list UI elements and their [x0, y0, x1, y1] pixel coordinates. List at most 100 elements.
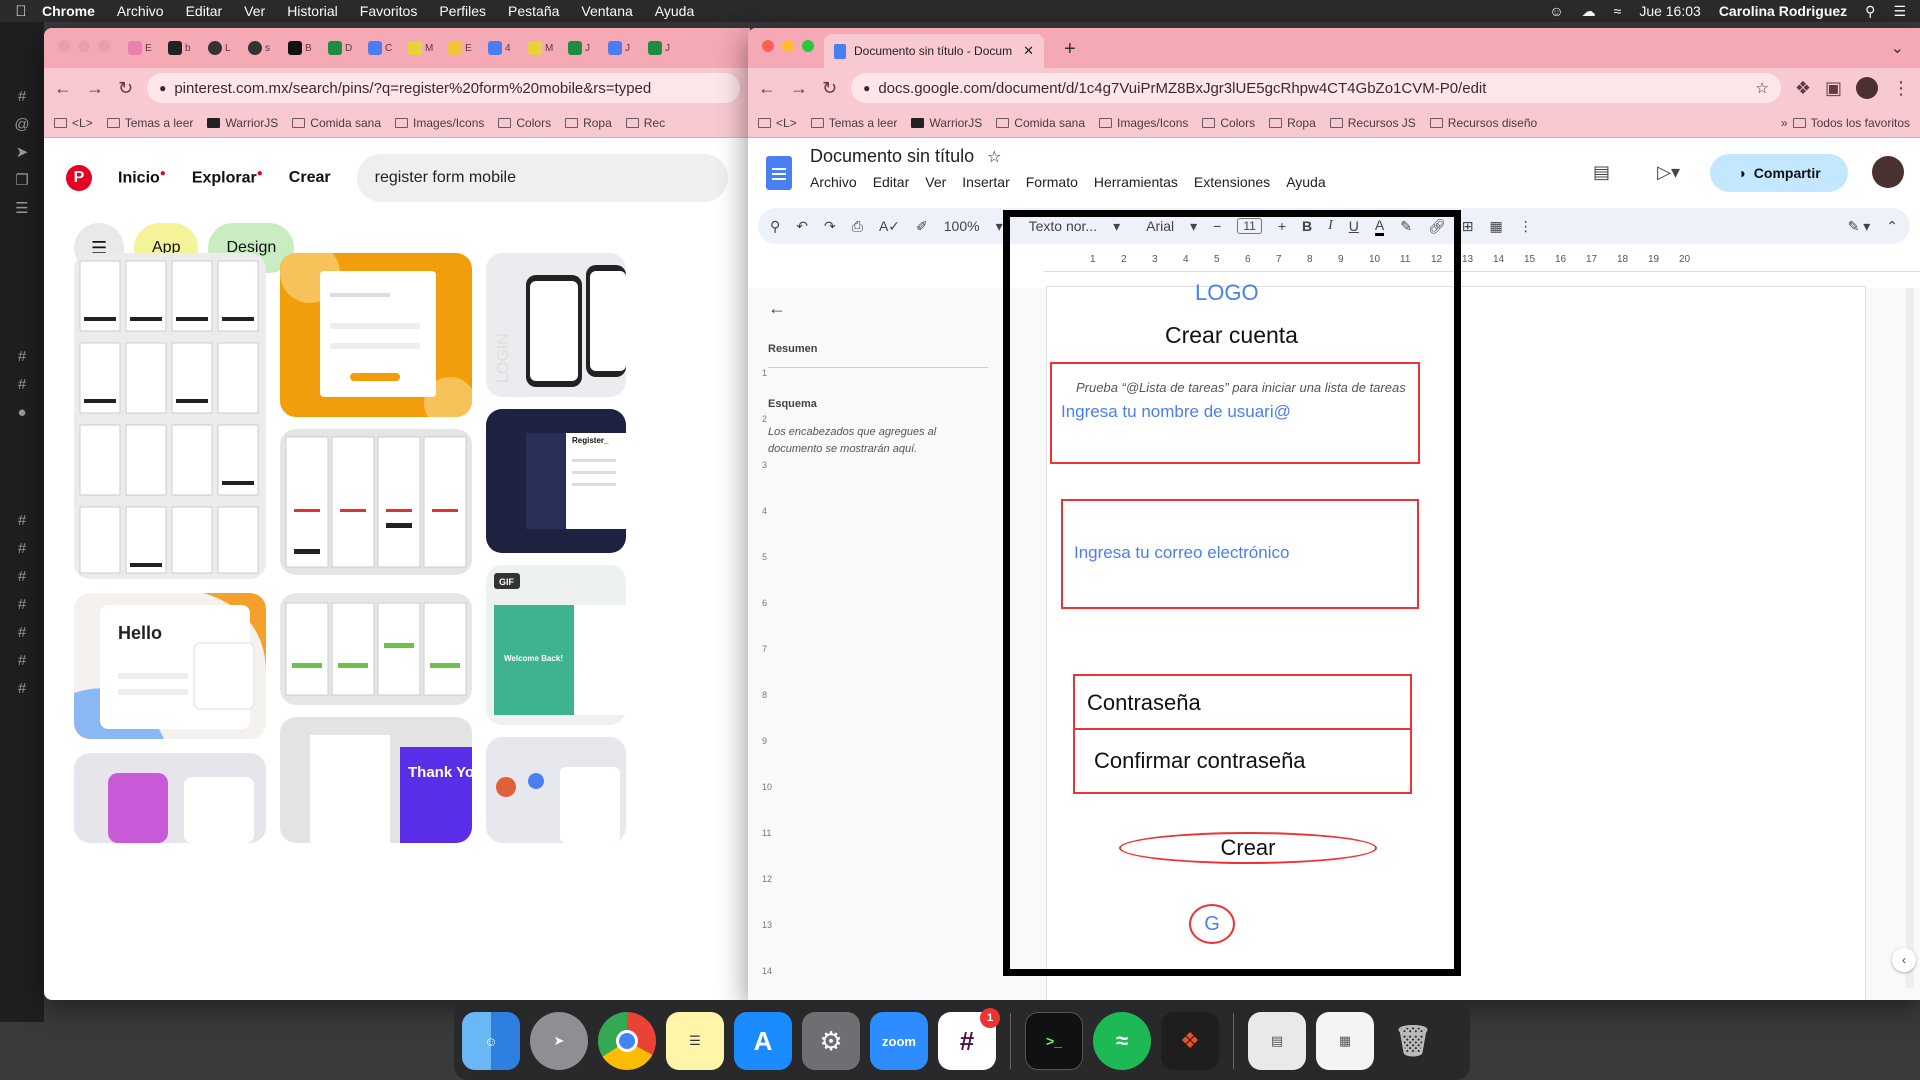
slack-icon[interactable]: #1: [938, 1008, 1000, 1070]
minimize-window-button[interactable]: [782, 40, 794, 52]
bookmark-folder[interactable]: Recursos JS: [1329, 116, 1416, 130]
menubar-item-ver[interactable]: Ver: [244, 3, 265, 19]
username-field[interactable]: Ingresa tu nombre de usuari@: [1061, 402, 1291, 422]
terminal-icon[interactable]: >_: [1025, 1012, 1083, 1070]
zoom-select[interactable]: 100%: [944, 218, 980, 234]
close-window-button[interactable]: [58, 40, 70, 52]
finder-icon[interactable]: ☺: [462, 1012, 520, 1070]
sidepanel-icon[interactable]: ▣: [1825, 78, 1842, 99]
zoom-icon[interactable]: zoom: [870, 1012, 928, 1070]
bookmark-folder[interactable]: Temas a leer: [106, 116, 193, 130]
browser-tab[interactable]: 4: [488, 36, 524, 60]
scrollbar[interactable]: [1906, 288, 1914, 988]
docs-menu-formato[interactable]: Formato: [1026, 174, 1078, 190]
docs-menu-insertar[interactable]: Insertar: [962, 174, 1009, 190]
docs-menu-archivo[interactable]: Archivo: [810, 174, 857, 190]
create-button[interactable]: Crear: [1119, 832, 1377, 864]
bookmark-folder[interactable]: Ropa: [565, 116, 612, 130]
docs-logo-icon[interactable]: [766, 156, 792, 190]
meet-icon[interactable]: ▷▾: [1657, 162, 1680, 183]
collapse-toolbar-icon[interactable]: ⌃: [1886, 218, 1898, 235]
maximize-window-button[interactable]: [802, 40, 814, 52]
pin-card[interactable]: Register_: [486, 409, 626, 553]
print-icon[interactable]: ⎙: [852, 218, 863, 235]
browser-tab[interactable]: D: [328, 36, 364, 60]
more-options-icon[interactable]: ⋮: [1519, 218, 1533, 235]
pin-card[interactable]: Thank You.: [280, 717, 472, 843]
comments-icon[interactable]: ▤: [1593, 162, 1610, 183]
search-icon[interactable]: ⚲: [770, 218, 780, 235]
trash-icon[interactable]: 🗑︎: [1384, 1012, 1442, 1070]
copy-icon[interactable]: ❐: [0, 166, 44, 194]
paint-format-icon[interactable]: ✐: [916, 218, 928, 235]
pin-card[interactable]: [280, 253, 472, 417]
site-info-icon[interactable]: ●: [863, 81, 870, 95]
docs-menu-herramientas[interactable]: Herramientas: [1094, 174, 1178, 190]
bookmark-item[interactable]: WarriorJS: [207, 116, 278, 130]
forward-icon[interactable]: →: [86, 78, 104, 99]
confirm-password-field[interactable]: Confirmar contraseña: [1094, 748, 1306, 774]
new-tab-button[interactable]: +: [1064, 38, 1076, 61]
reload-icon[interactable]: ↻: [118, 78, 133, 99]
layers-icon[interactable]: ☰: [0, 194, 44, 222]
control-center-icon[interactable]: ☺: [1549, 3, 1563, 19]
browser-tab[interactable]: J: [648, 36, 684, 60]
maximize-window-button[interactable]: [98, 40, 110, 52]
close-window-button[interactable]: [762, 40, 774, 52]
minimize-window-button[interactable]: [78, 40, 90, 52]
browser-tab[interactable]: b: [168, 36, 204, 60]
hash-icon[interactable]: #: [0, 590, 44, 618]
browser-tab[interactable]: s: [248, 36, 284, 60]
wifi-icon[interactable]: ≈: [1614, 3, 1622, 19]
tab-search-icon[interactable]: ⌄: [1891, 38, 1904, 58]
spellcheck-icon[interactable]: A✓: [879, 218, 900, 235]
menubar-item-perfiles[interactable]: Perfiles: [439, 3, 486, 19]
bookmark-folder[interactable]: Recursos diseño: [1429, 116, 1537, 130]
cloud-icon[interactable]: ☁: [1582, 3, 1596, 20]
menubar-item-favoritos[interactable]: Favoritos: [360, 3, 418, 19]
browser-tab[interactable]: L: [208, 36, 244, 60]
screenshot-stack-icon[interactable]: ▦: [1316, 1012, 1374, 1070]
editing-mode-icon[interactable]: ✎ ▾: [1848, 218, 1871, 235]
pin-card[interactable]: LOGIN: [486, 253, 626, 397]
browser-tab[interactable]: J: [568, 36, 604, 60]
menubar-item-historial[interactable]: Historial: [287, 3, 338, 19]
tab-documento[interactable]: Documento sin título - Docum ✕: [824, 34, 1044, 68]
hash-icon[interactable]: #: [0, 506, 44, 534]
menubar-user[interactable]: Carolina Rodriguez: [1719, 3, 1847, 19]
browser-tab[interactable]: M: [408, 36, 444, 60]
summary-heading[interactable]: Resumen: [768, 343, 988, 368]
add-comment-icon[interactable]: ⊞: [1462, 218, 1474, 235]
pin-card[interactable]: [280, 593, 472, 705]
hash-icon[interactable]: #: [0, 82, 44, 110]
bookmark-item[interactable]: WarriorJS: [911, 116, 982, 130]
menubar-clock[interactable]: Jue 16:03: [1639, 3, 1701, 19]
spotlight-icon[interactable]: ⚲: [1865, 3, 1875, 20]
hash-icon[interactable]: #: [0, 370, 44, 398]
launchpad-icon[interactable]: ➤: [530, 1012, 588, 1070]
hash-icon[interactable]: #: [0, 534, 44, 562]
browser-tab[interactable]: M: [528, 36, 564, 60]
browser-tab[interactable]: B: [288, 36, 324, 60]
pin-card[interactable]: [486, 737, 626, 843]
extensions-icon[interactable]: ❖: [1795, 78, 1811, 99]
pinterest-logo-icon[interactable]: P: [66, 165, 92, 191]
google-signin-button[interactable]: G: [1189, 904, 1235, 944]
bookmark-folder[interactable]: Rec: [625, 116, 665, 130]
insert-image-icon[interactable]: ▦: [1490, 218, 1503, 235]
forward-icon[interactable]: →: [790, 78, 808, 99]
menubar-item-ventana[interactable]: Ventana: [581, 3, 632, 19]
browser-tab[interactable]: J: [608, 36, 644, 60]
nav-home[interactable]: Inicio●: [118, 168, 166, 187]
bookmark-folder[interactable]: Colors: [498, 116, 551, 130]
bookmark-folder[interactable]: Ropa: [1269, 116, 1316, 130]
profile-avatar[interactable]: [1856, 77, 1878, 99]
figma-icon[interactable]: ❖: [1161, 1012, 1219, 1070]
apple-icon[interactable]: : [0, 3, 42, 20]
pin-card[interactable]: Welcome Back! GIF: [486, 565, 626, 725]
document-stack-icon[interactable]: ▤: [1248, 1012, 1306, 1070]
browser-tab[interactable]: C: [368, 36, 404, 60]
bookmark-folder[interactable]: Images/Icons: [395, 116, 484, 130]
side-panel-toggle-icon[interactable]: ‹: [1892, 948, 1916, 972]
pinterest-search-input[interactable]: register form mobile: [356, 154, 728, 202]
